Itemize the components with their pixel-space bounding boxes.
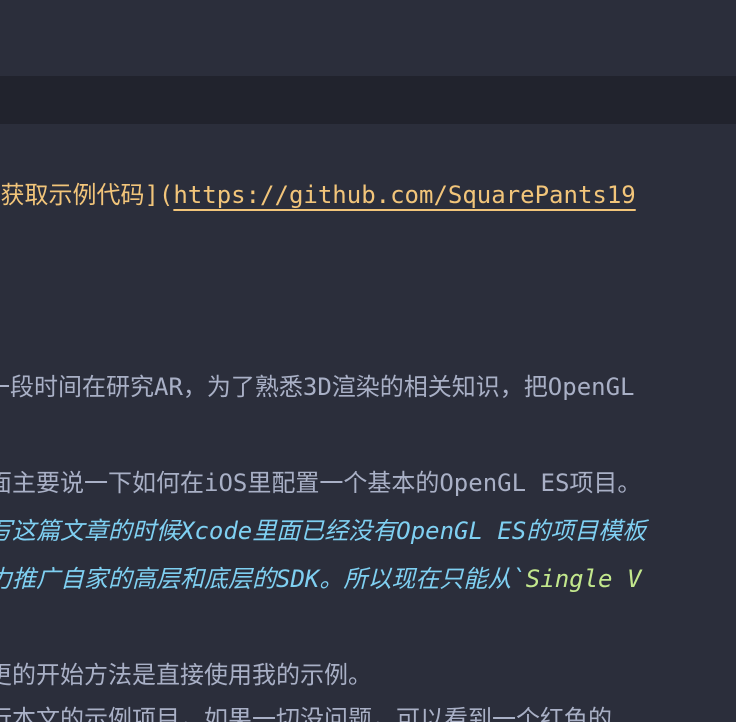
link-url[interactable]: https://github.com/SquarePants19 <box>173 181 635 209</box>
paragraph-line-1: 一段时间在研究AR，为了熟悉3D渲染的相关知识，把OpenGL <box>0 373 635 401</box>
markdown-editor[interactable]: [获取示例代码](https://github.com/SquarePants1… <box>0 0 736 722</box>
link-text[interactable]: [获取示例代码]( <box>0 181 173 209</box>
note-line-2: 力推广自家的高层和底层的SDK。所以现在只能从`Single V <box>0 562 641 596</box>
paragraph-line-4: 行本文的示例项目，如果一切没问题，可以看到一个红色的 <box>0 705 612 722</box>
paragraph-line-2: 面主要说一下如何在iOS里配置一个基本的OpenGL ES项目。 <box>0 469 642 497</box>
link-line: [获取示例代码](https://github.com/SquarePants1… <box>0 178 636 212</box>
inline-code: Single V <box>525 565 642 593</box>
note-line-1: 写这篇文章的时候Xcode里面已经没有OpenGL ES的项目模板 <box>0 517 647 545</box>
note-line-2-text: 力推广自家的高层和底层的SDK。所以现在只能从` <box>0 565 526 593</box>
paragraph-line-3: 更的开始方法是直接使用我的示例。 <box>0 661 372 689</box>
current-line-highlight <box>0 76 736 124</box>
